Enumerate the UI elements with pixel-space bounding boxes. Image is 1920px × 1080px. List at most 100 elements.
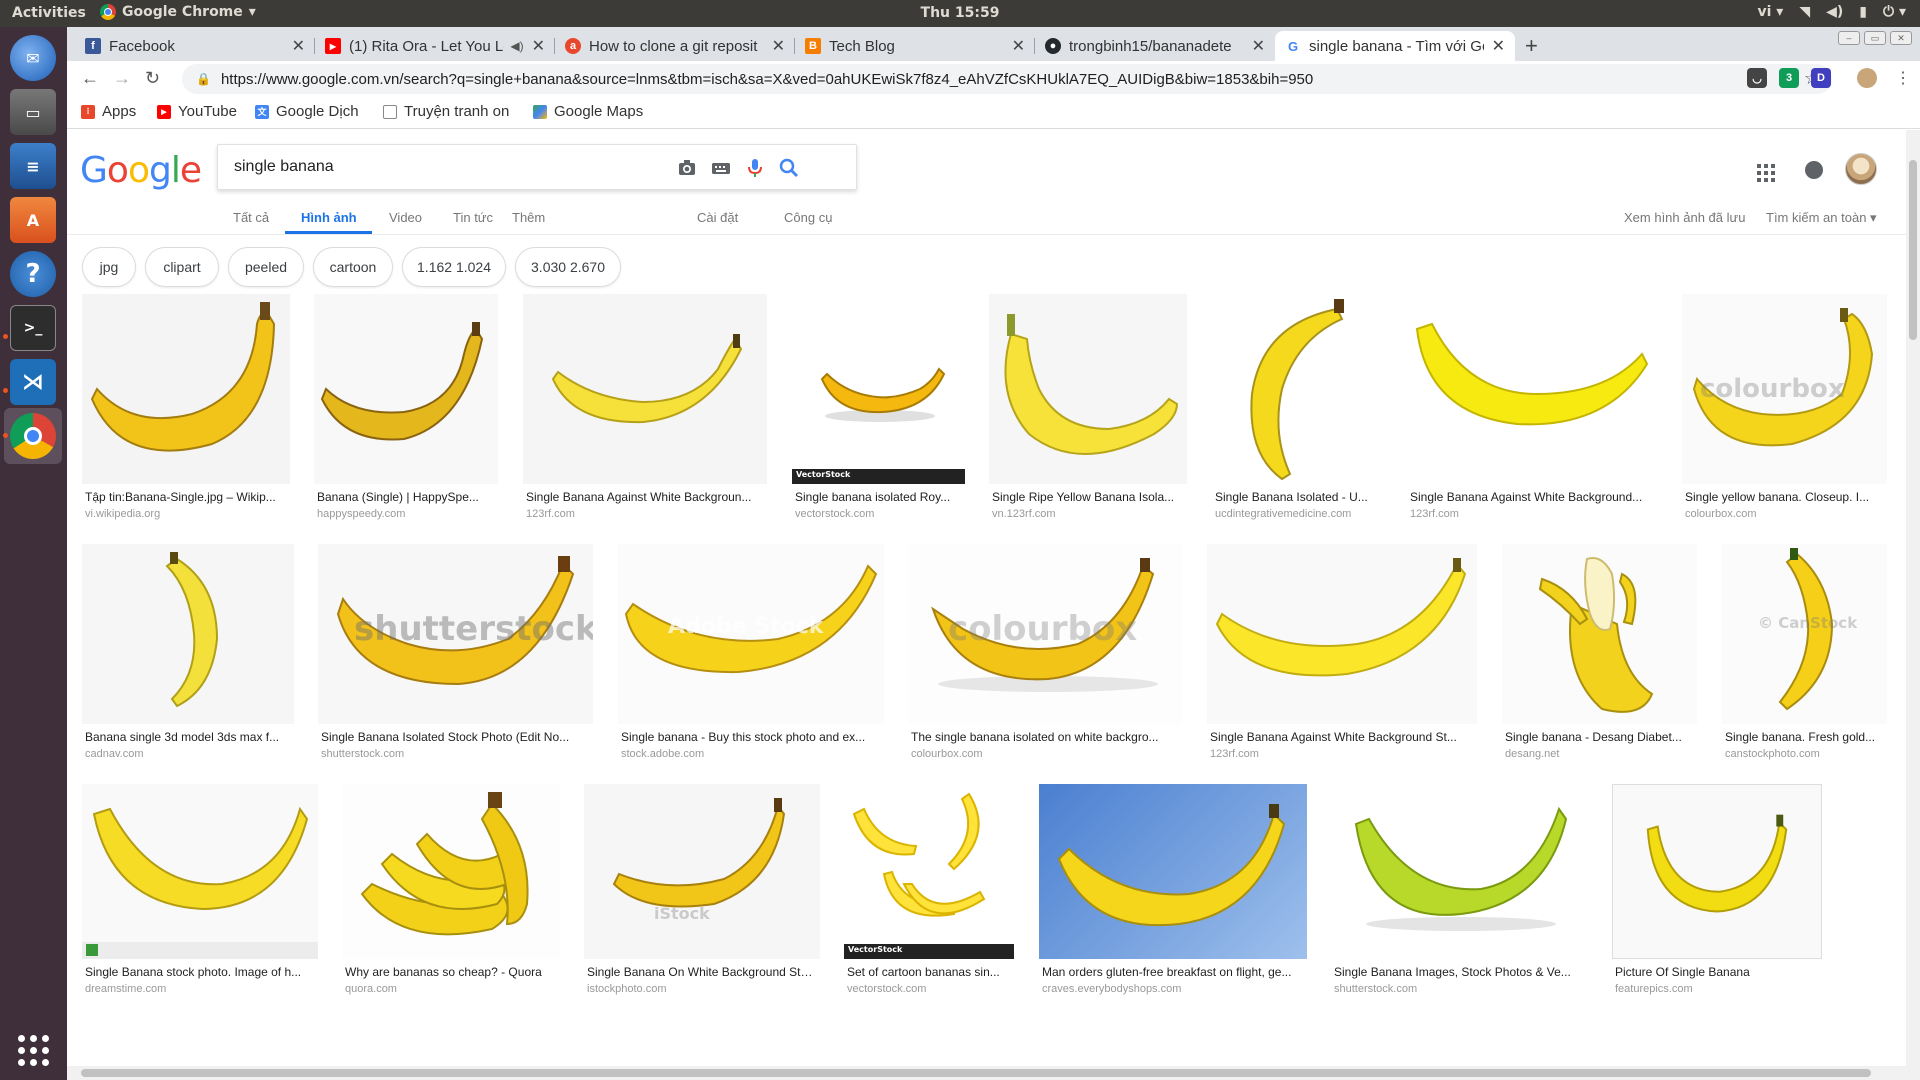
terminal-icon[interactable]: >_ — [10, 305, 56, 351]
vscode-icon[interactable]: ⋊ — [10, 359, 56, 405]
peeled-banana-thumbnail[interactable] — [1502, 544, 1697, 724]
reload-button[interactable]: ↻ — [145, 68, 160, 89]
close-icon[interactable]: ✕ — [532, 36, 545, 56]
banana-thumbnail[interactable] — [1207, 544, 1477, 724]
chrome-launcher-icon[interactable] — [10, 413, 56, 459]
bookmark-google-translate[interactable]: 文 Google Dịch — [255, 103, 359, 120]
result-title[interactable]: Single Banana On White Background Stock … — [587, 965, 819, 979]
app-menu[interactable]: Google Chrome ▾ — [100, 4, 256, 20]
image-result[interactable]: Why are bananas so cheap? - Quora quora.… — [342, 784, 560, 995]
image-result[interactable]: iStock Single Banana On White Background… — [584, 784, 820, 995]
microphone-icon[interactable] — [744, 157, 766, 179]
forward-button[interactable]: → — [113, 68, 131, 89]
banana-thumbnail[interactable] — [82, 294, 290, 484]
bookmark-truyen-tranh[interactable]: Truyện tranh on — [383, 103, 509, 120]
image-result[interactable]: Single banana - Desang Diabet... desang.… — [1502, 544, 1697, 760]
new-tab-button[interactable]: + — [1525, 33, 1538, 59]
close-icon[interactable]: ✕ — [772, 36, 785, 56]
help-icon[interactable]: ? — [10, 251, 56, 297]
banana-sky-thumbnail[interactable] — [1039, 784, 1307, 959]
image-result[interactable]: Single Banana Against White Backgroun...… — [523, 294, 767, 520]
result-title[interactable]: Why are bananas so cheap? - Quora — [345, 965, 559, 979]
keyboard-lang-indicator[interactable]: vi ▾ — [1758, 4, 1784, 20]
result-source[interactable]: desang.net — [1505, 748, 1695, 760]
vertical-scrollbar[interactable] — [1906, 130, 1920, 1080]
saved-images-link[interactable]: Xem hình ảnh đã lưu — [1624, 210, 1745, 225]
keyboard-icon[interactable] — [710, 157, 732, 179]
settings-link[interactable]: Cài đặt — [697, 210, 738, 225]
close-icon[interactable]: ✕ — [292, 36, 305, 56]
tab-facebook[interactable]: f Facebook ✕ — [75, 31, 315, 61]
tab-google-images[interactable]: G single banana - Tìm với Go ✕ — [1275, 31, 1515, 61]
result-source[interactable]: happyspeedy.com — [317, 508, 497, 520]
result-title[interactable]: Single banana isolated Roy... — [795, 490, 965, 504]
chip-jpg[interactable]: jpg — [82, 247, 136, 287]
close-icon[interactable]: ✕ — [1492, 36, 1505, 56]
show-applications-icon[interactable] — [10, 1027, 56, 1073]
image-result[interactable]: colourbox Single yellow banana. Closeup.… — [1682, 294, 1887, 520]
result-title[interactable]: Single Banana Against White Backgroun... — [526, 490, 766, 504]
result-title[interactable]: Picture Of Single Banana — [1615, 965, 1820, 979]
result-title[interactable]: Single banana - Desang Diabet... — [1505, 730, 1695, 744]
image-result[interactable]: Banana (Single) | HappySpe... happyspeed… — [314, 294, 498, 520]
result-title[interactable]: Single Banana stock photo. Image of h... — [85, 965, 317, 979]
banana-thumbnail[interactable]: VectorStock — [792, 294, 965, 484]
result-title[interactable]: Banana (Single) | HappySpe... — [317, 490, 497, 504]
extension-shield-icon[interactable]: 3 — [1779, 68, 1799, 88]
image-result[interactable]: VectorStock Set of cartoon bananas sin..… — [844, 784, 1014, 995]
result-title[interactable]: Single banana - Buy this stock photo and… — [621, 730, 883, 744]
result-source[interactable]: ucdintegrativemedicine.com — [1215, 508, 1380, 520]
result-title[interactable]: Tập tin:Banana-Single.jpg – Wikip... — [85, 490, 290, 504]
result-source[interactable]: shutterstock.com — [1334, 983, 1584, 995]
google-apps-icon[interactable] — [1757, 164, 1775, 182]
tab-video[interactable]: Video — [389, 210, 422, 225]
close-window-button[interactable]: ✕ — [1890, 31, 1912, 45]
image-result[interactable]: Tập tin:Banana-Single.jpg – Wikip... vi.… — [82, 294, 290, 520]
bookmark-google-maps[interactable]: Google Maps — [533, 103, 643, 120]
image-result[interactable]: Single Banana Images, Stock Photos & Ve.… — [1331, 784, 1586, 995]
banana-thumbnail[interactable]: Adobe Stock — [618, 544, 884, 724]
pocket-icon[interactable]: ◡ — [1747, 68, 1767, 88]
profile-avatar-icon[interactable] — [1857, 68, 1877, 88]
bookmark-youtube[interactable]: ▶ YouTube — [157, 103, 237, 120]
banana-thumbnail[interactable]: colourbox — [1682, 294, 1887, 484]
chip-size-1[interactable]: 1.162 1.024 — [402, 247, 506, 287]
banana-thumbnail[interactable]: shutterstock — [318, 544, 593, 724]
tab-all[interactable]: Tất cả — [233, 210, 269, 225]
chip-clipart[interactable]: clipart — [145, 247, 219, 287]
result-title[interactable]: Single yellow banana. Closeup. I... — [1685, 490, 1885, 504]
result-source[interactable]: vi.wikipedia.org — [85, 508, 290, 520]
google-logo[interactable]: Google — [80, 150, 202, 191]
result-title[interactable]: Single Banana Isolated Stock Photo (Edit… — [321, 730, 591, 744]
result-source[interactable]: quora.com — [345, 983, 559, 995]
extension-d-icon[interactable]: D — [1811, 68, 1831, 88]
result-source[interactable]: featurepics.com — [1615, 983, 1820, 995]
image-result[interactable]: © CanStock Single banana. Fresh gold... … — [1722, 544, 1887, 760]
image-result[interactable]: Single Banana stock photo. Image of h...… — [82, 784, 318, 995]
result-source[interactable]: 123rf.com — [1210, 748, 1476, 760]
banana-thumbnail[interactable] — [523, 294, 767, 484]
result-source[interactable]: vectorstock.com — [795, 508, 965, 520]
tab-news[interactable]: Tin tức — [453, 210, 493, 225]
close-icon[interactable]: ✕ — [1252, 36, 1265, 56]
minimize-button[interactable]: – — [1838, 31, 1860, 45]
image-result[interactable]: Single Banana Against White Background..… — [1407, 294, 1657, 520]
image-result[interactable]: Man orders gluten-free breakfast on flig… — [1039, 784, 1307, 995]
result-source[interactable]: craves.everybodyshops.com — [1042, 983, 1306, 995]
address-bar[interactable]: 🔒 https://www.google.com.vn/search?q=sin… — [182, 64, 1832, 94]
banana-thumbnail[interactable]: iStock — [584, 784, 820, 959]
image-result[interactable]: Picture Of Single Banana featurepics.com — [1612, 784, 1822, 995]
volume-icon[interactable]: ◀) — [1826, 4, 1843, 20]
image-result[interactable]: Banana single 3d model 3ds max f... cadn… — [82, 544, 294, 760]
battery-icon[interactable]: ▮ — [1859, 4, 1867, 20]
result-source[interactable]: vectorstock.com — [847, 983, 1013, 995]
green-banana-thumbnail[interactable] — [1331, 784, 1586, 959]
result-source[interactable]: colourbox.com — [911, 748, 1181, 760]
bookmark-apps[interactable]: ⁝ Apps — [81, 103, 136, 120]
wifi-icon[interactable]: ◥ — [1799, 4, 1810, 20]
tools-link[interactable]: Công cụ — [784, 210, 832, 225]
banana-thumbnail[interactable] — [1407, 294, 1657, 484]
speaker-icon[interactable]: ◀) — [510, 39, 523, 53]
safe-search-dropdown[interactable]: Tìm kiếm an toàn ▾ — [1766, 210, 1877, 226]
result-title[interactable]: Set of cartoon bananas sin... — [847, 965, 1013, 979]
